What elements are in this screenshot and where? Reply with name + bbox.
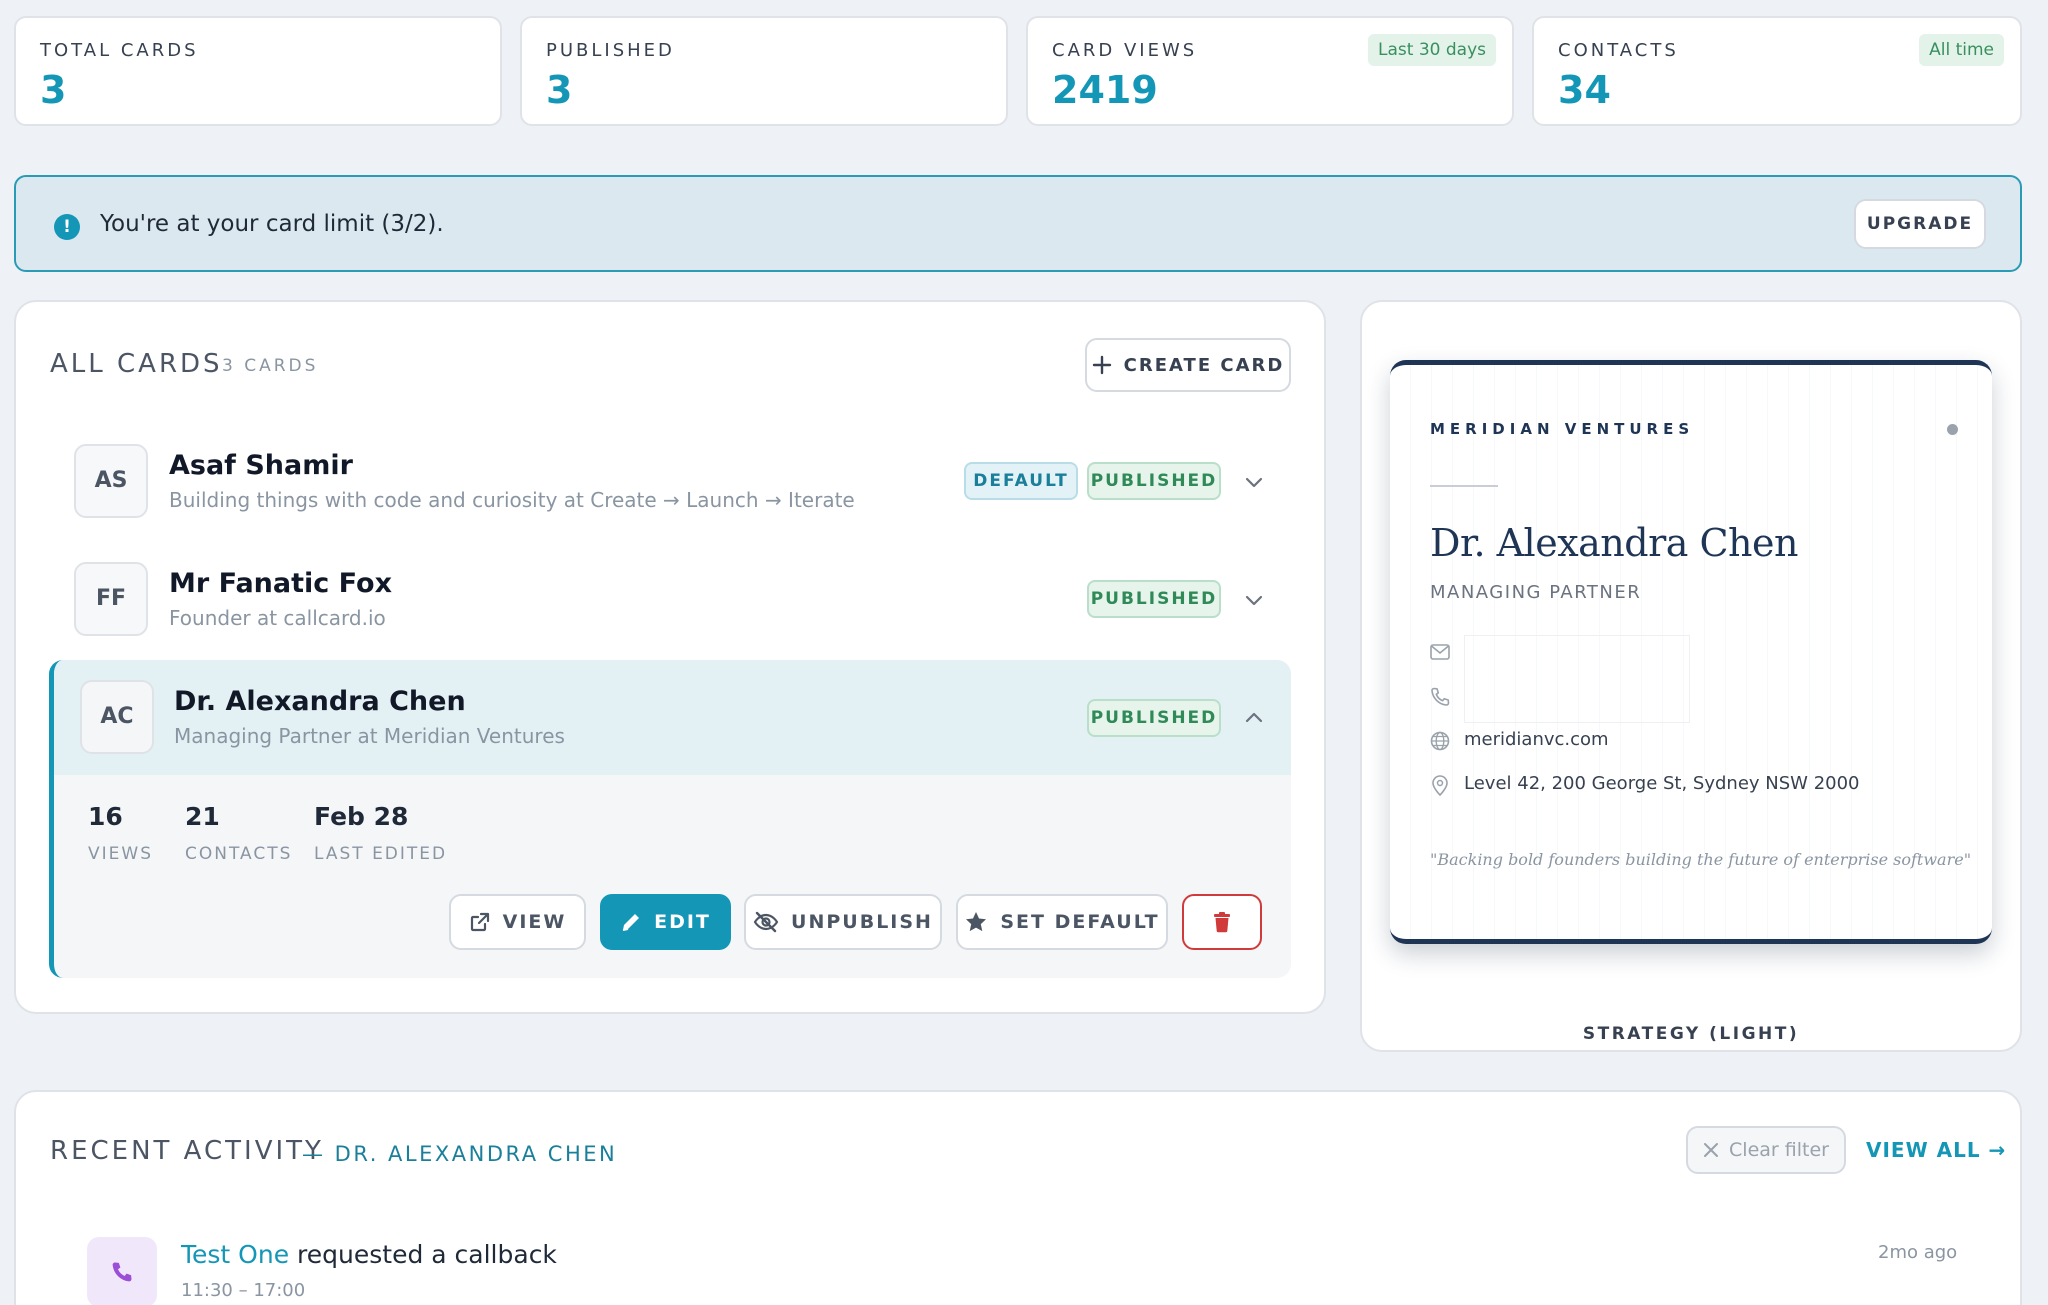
create-card-label: CREATE CARD [1123, 354, 1285, 376]
star-icon [966, 912, 987, 932]
card-name: Dr. Alexandra Chen [174, 686, 466, 717]
status-dot [1947, 424, 1958, 435]
activity-icon [87, 1237, 157, 1305]
activity-time: 2mo ago [1878, 1242, 1958, 1263]
unpublish-button[interactable]: UNPUBLISH [744, 894, 942, 950]
views-label: VIEWS [88, 844, 153, 864]
card-address: Level 42, 200 George St, Sydney NSW 2000 [1464, 773, 1860, 794]
unpublish-label: UNPUBLISH [791, 911, 933, 933]
delete-button[interactable] [1182, 894, 1262, 950]
trash-icon [1214, 912, 1230, 933]
business-card-preview: MERIDIAN VENTURES Dr. Alexandra Chen MAN… [1390, 360, 1992, 944]
chevron-down-icon[interactable] [1241, 587, 1267, 613]
chevron-down-icon[interactable] [1241, 469, 1267, 495]
published-badge: PUBLISHED [1087, 580, 1221, 618]
stat-total-cards: TOTAL CARDS 3 [14, 16, 502, 126]
activity-title: RECENT ACTIVITY [50, 1136, 324, 1166]
contacts-label: CONTACTS [185, 844, 293, 864]
map-pin-icon [1432, 775, 1448, 796]
activity-detail: 11:30 – 17:00 [181, 1280, 306, 1301]
envelope-icon [1430, 644, 1450, 660]
card-subtitle: Building things with code and curiosity … [169, 488, 855, 512]
theme-name: STRATEGY (LIGHT) [1582, 1024, 1800, 1044]
avatar: AC [80, 680, 154, 754]
last-edited-date: Feb 28 [314, 802, 409, 831]
card-subtitle: Managing Partner at Meridian Ventures [174, 724, 565, 748]
card-name: Mr Fanatic Fox [169, 568, 392, 599]
clear-filter-button[interactable]: Clear filter [1686, 1126, 1846, 1174]
contacts-count: 21 [185, 802, 220, 831]
stat-value: 2419 [1052, 68, 1158, 112]
stat-value: 3 [40, 68, 67, 112]
clear-filter-label: Clear filter [1729, 1139, 1829, 1161]
stat-published: PUBLISHED 3 [520, 16, 1008, 126]
stat-card-views: CARD VIEWS 2419 Last 30 days [1026, 16, 1514, 126]
activity-contact-link[interactable]: Test One [181, 1240, 289, 1269]
company-name: MERIDIAN VENTURES [1430, 420, 1695, 438]
avatar: FF [74, 562, 148, 636]
info-icon: ! [54, 214, 80, 240]
recent-activity-panel: RECENT ACTIVITY — DR. ALEXANDRA CHEN Cle… [14, 1090, 2022, 1305]
close-icon [1704, 1143, 1719, 1157]
stat-label: PUBLISHED [546, 40, 675, 61]
card-subtitle: Founder at callcard.io [169, 606, 386, 630]
create-card-button[interactable]: CREATE CARD [1085, 338, 1291, 392]
avatar: AS [74, 444, 148, 518]
card-name: Asaf Shamir [169, 450, 353, 481]
period-badge: All time [1919, 34, 2004, 66]
phone-icon [1431, 687, 1450, 706]
panel-title: ALL CARDS [50, 349, 223, 379]
card-count: 3 CARDS [222, 356, 319, 376]
view-label: VIEW [502, 911, 567, 933]
card-quote: "Backing bold founders building the futu… [1430, 850, 1972, 869]
last-edited-label: LAST EDITED [314, 844, 448, 864]
activity-action: requested a callback [297, 1240, 557, 1269]
divider [1430, 485, 1498, 487]
plus-icon [1092, 355, 1111, 375]
published-badge: PUBLISHED [1087, 699, 1221, 737]
card-person-name: Dr. Alexandra Chen [1430, 521, 1799, 565]
view-button[interactable]: VIEW [449, 894, 586, 950]
stat-label: CARD VIEWS [1052, 40, 1198, 61]
edit-button[interactable]: EDIT [600, 894, 731, 950]
set-default-button[interactable]: SET DEFAULT [956, 894, 1168, 950]
edit-label: EDIT [654, 911, 711, 933]
upgrade-button[interactable]: UPGRADE [1854, 199, 1986, 249]
chevron-up-icon[interactable] [1241, 705, 1267, 731]
default-badge: DEFAULT [964, 462, 1078, 500]
pencil-icon [622, 914, 640, 931]
activity-item: Test One requested a callback [181, 1240, 557, 1269]
activity-filter-name: — DR. ALEXANDRA CHEN [302, 1142, 618, 1166]
view-all-link[interactable]: VIEW ALL → [1866, 1138, 2006, 1162]
phone-icon [112, 1262, 132, 1282]
upgrade-label: UPGRADE [1866, 214, 1974, 234]
contact-placeholder [1464, 635, 1690, 723]
period-badge: Last 30 days [1368, 34, 1496, 66]
card-limit-alert: ! You're at your card limit (3/2). UPGRA… [14, 175, 2022, 272]
alert-message: You're at your card limit (3/2). [100, 211, 444, 237]
set-default-label: SET DEFAULT [1000, 911, 1160, 933]
card-website[interactable]: meridianvc.com [1464, 729, 1609, 750]
stat-label: CONTACTS [1558, 40, 1679, 61]
globe-icon [1430, 731, 1450, 751]
views-count: 16 [88, 802, 123, 831]
card-role: MANAGING PARTNER [1430, 582, 1642, 603]
stat-value: 3 [546, 68, 573, 112]
eye-slash-icon [753, 911, 779, 933]
stat-contacts: CONTACTS 34 All time [1532, 16, 2022, 126]
external-link-icon [470, 912, 489, 932]
stat-label: TOTAL CARDS [40, 40, 199, 61]
published-badge: PUBLISHED [1087, 462, 1221, 500]
stat-value: 34 [1558, 68, 1611, 112]
